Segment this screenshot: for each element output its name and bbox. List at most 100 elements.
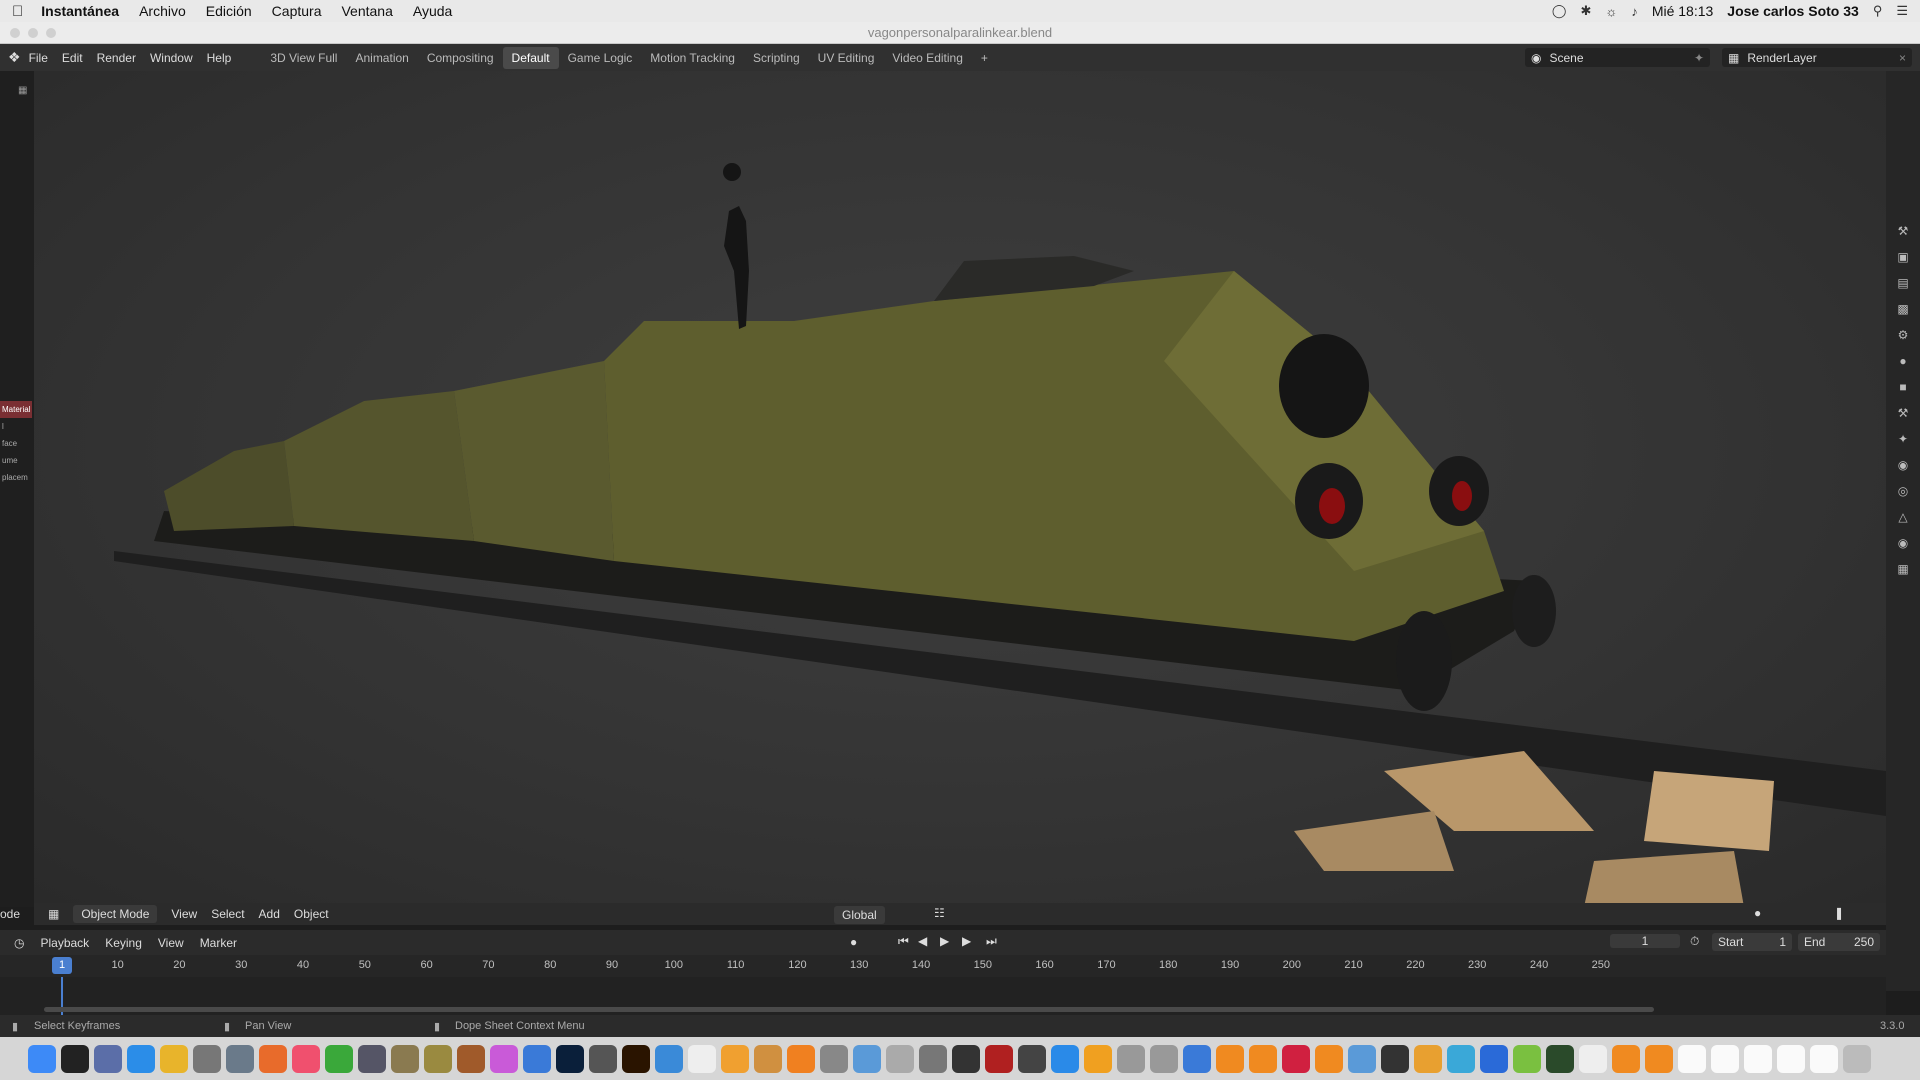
document-icon[interactable] xyxy=(1612,1044,1640,1073)
vlc-icon[interactable] xyxy=(787,1044,815,1073)
timeline-editor-icon[interactable]: ◷ xyxy=(14,936,24,950)
spotlight-icon[interactable]: ⚲ xyxy=(1873,3,1883,19)
document-icon[interactable] xyxy=(1579,1044,1607,1073)
document-icon[interactable] xyxy=(1744,1044,1772,1073)
blender-icon[interactable] xyxy=(1249,1044,1277,1073)
blender-icon[interactable] xyxy=(1216,1044,1244,1073)
tab-uv-editing[interactable]: UV Editing xyxy=(809,47,884,69)
app-icon[interactable] xyxy=(523,1044,551,1073)
menu-select[interactable]: Select xyxy=(211,907,244,921)
list-item[interactable]: Material xyxy=(0,401,32,418)
launchpad-icon[interactable] xyxy=(94,1044,122,1073)
affinity-icon[interactable] xyxy=(490,1044,518,1073)
books-icon[interactable] xyxy=(1084,1044,1112,1073)
particles-icon[interactable]: ✦ xyxy=(1893,429,1913,449)
render-layer-selector[interactable]: ▦ RenderLayer × xyxy=(1722,48,1912,67)
jump-start-button[interactable]: ⏮ xyxy=(898,934,909,949)
transform-orientation-dropdown[interactable]: Global xyxy=(834,906,885,924)
list-item[interactable]: ume xyxy=(0,452,32,469)
menu-captura[interactable]: Captura xyxy=(272,3,322,19)
music-icon[interactable] xyxy=(292,1044,320,1073)
bluetooth-app-icon[interactable] xyxy=(1480,1044,1508,1073)
add-workspace-button[interactable]: + xyxy=(972,47,997,69)
app-icon[interactable] xyxy=(358,1044,386,1073)
chrome-icon[interactable] xyxy=(160,1044,188,1073)
modifier-wrench-icon[interactable]: ⚒ xyxy=(1893,403,1913,423)
menu-keying[interactable]: Keying xyxy=(105,936,142,950)
texture-icon[interactable]: ▦ xyxy=(1893,559,1913,579)
safari-icon[interactable] xyxy=(127,1044,155,1073)
pin-icon[interactable]: ✦ xyxy=(1694,51,1704,65)
app-icon[interactable] xyxy=(919,1044,947,1073)
view-layer-icon[interactable]: ▩ xyxy=(1893,299,1913,319)
document-icon[interactable] xyxy=(1810,1044,1838,1073)
toggle-sidebar-icon[interactable]: ❚ xyxy=(1834,906,1844,920)
prev-keyframe-button[interactable]: ◀ xyxy=(918,934,927,948)
photoshop-icon[interactable] xyxy=(556,1044,584,1073)
object-mode-dropdown[interactable]: Object Mode xyxy=(73,905,158,923)
app-icon[interactable] xyxy=(688,1044,716,1073)
menu-view[interactable]: View xyxy=(171,907,197,921)
trash-icon[interactable] xyxy=(1843,1044,1871,1073)
minimize-window-button[interactable] xyxy=(28,28,38,38)
preview-range-icon[interactable]: ⏱ xyxy=(1690,934,1699,949)
app-icon[interactable] xyxy=(1546,1044,1574,1073)
3d-viewport[interactable] xyxy=(34,71,1886,907)
app-icon[interactable] xyxy=(985,1044,1013,1073)
app-icon[interactable] xyxy=(391,1044,419,1073)
tool-icon[interactable]: ⚒ xyxy=(1893,221,1913,241)
app-icon[interactable] xyxy=(1414,1044,1442,1073)
app-icon[interactable] xyxy=(589,1044,617,1073)
play-button[interactable]: ▶ xyxy=(940,934,949,948)
bluetooth-icon[interactable]: ✱ xyxy=(1580,3,1591,19)
menu-ventana[interactable]: Ventana xyxy=(341,3,392,19)
tab-compositing[interactable]: Compositing xyxy=(418,47,503,69)
tab-default[interactable]: Default xyxy=(502,46,559,69)
physics-icon[interactable]: ◉ xyxy=(1893,455,1913,475)
document-icon[interactable] xyxy=(1645,1044,1673,1073)
object-icon[interactable]: ■ xyxy=(1893,377,1913,397)
zoom-window-button[interactable] xyxy=(46,28,56,38)
material-icon[interactable]: ◉ xyxy=(1893,533,1913,553)
app-icon[interactable] xyxy=(1183,1044,1211,1073)
android-icon[interactable] xyxy=(1513,1044,1541,1073)
menu-help[interactable]: Help xyxy=(207,51,232,65)
menu-ayuda[interactable]: Ayuda xyxy=(413,3,452,19)
app-icon[interactable] xyxy=(1150,1044,1178,1073)
menu-playback[interactable]: Playback xyxy=(40,936,89,950)
menu-archivo[interactable]: Archivo xyxy=(139,3,186,19)
firefox-icon[interactable] xyxy=(259,1044,287,1073)
snap-icon[interactable]: ☷ xyxy=(934,906,945,920)
menu-object[interactable]: Object xyxy=(294,907,329,921)
close-icon[interactable]: × xyxy=(1899,51,1906,65)
data-icon[interactable]: △ xyxy=(1893,507,1913,527)
tab-animation[interactable]: Animation xyxy=(346,47,417,69)
tab-motion-tracking[interactable]: Motion Tracking xyxy=(641,47,744,69)
playhead[interactable]: 1 xyxy=(52,957,72,974)
creative-cloud-icon[interactable]: ◯ xyxy=(1552,3,1567,19)
current-frame-field[interactable]: 1 xyxy=(1610,934,1680,948)
end-frame-field[interactable]: End 250 xyxy=(1798,933,1880,951)
daz-studio-icon[interactable] xyxy=(1381,1044,1409,1073)
app-icon[interactable] xyxy=(754,1044,782,1073)
render-icon[interactable]: ▣ xyxy=(1893,247,1913,267)
app-icon[interactable] xyxy=(1447,1044,1475,1073)
menu-marker[interactable]: Marker xyxy=(200,936,237,950)
list-item[interactable]: face xyxy=(0,435,32,452)
menu-edit[interactable]: Edit xyxy=(62,51,83,65)
list-item[interactable]: l xyxy=(0,418,32,435)
document-icon[interactable] xyxy=(1711,1044,1739,1073)
blender-logo-icon[interactable]: ❖ xyxy=(8,49,21,66)
app-icon[interactable] xyxy=(853,1044,881,1073)
menu-render[interactable]: Render xyxy=(97,51,136,65)
app-icon[interactable] xyxy=(1282,1044,1310,1073)
timeline-ruler[interactable]: 1102030405060708090100110120130140150160… xyxy=(0,955,1886,977)
app-icon[interactable] xyxy=(1018,1044,1046,1073)
app-icon[interactable] xyxy=(886,1044,914,1073)
viewport-shading-icon[interactable]: ● xyxy=(1754,906,1761,920)
record-button[interactable]: ● xyxy=(850,935,857,949)
document-icon[interactable] xyxy=(1678,1044,1706,1073)
timeline-scrollbar[interactable] xyxy=(44,1007,1654,1012)
app-icon[interactable] xyxy=(1348,1044,1376,1073)
app-icon[interactable] xyxy=(952,1044,980,1073)
